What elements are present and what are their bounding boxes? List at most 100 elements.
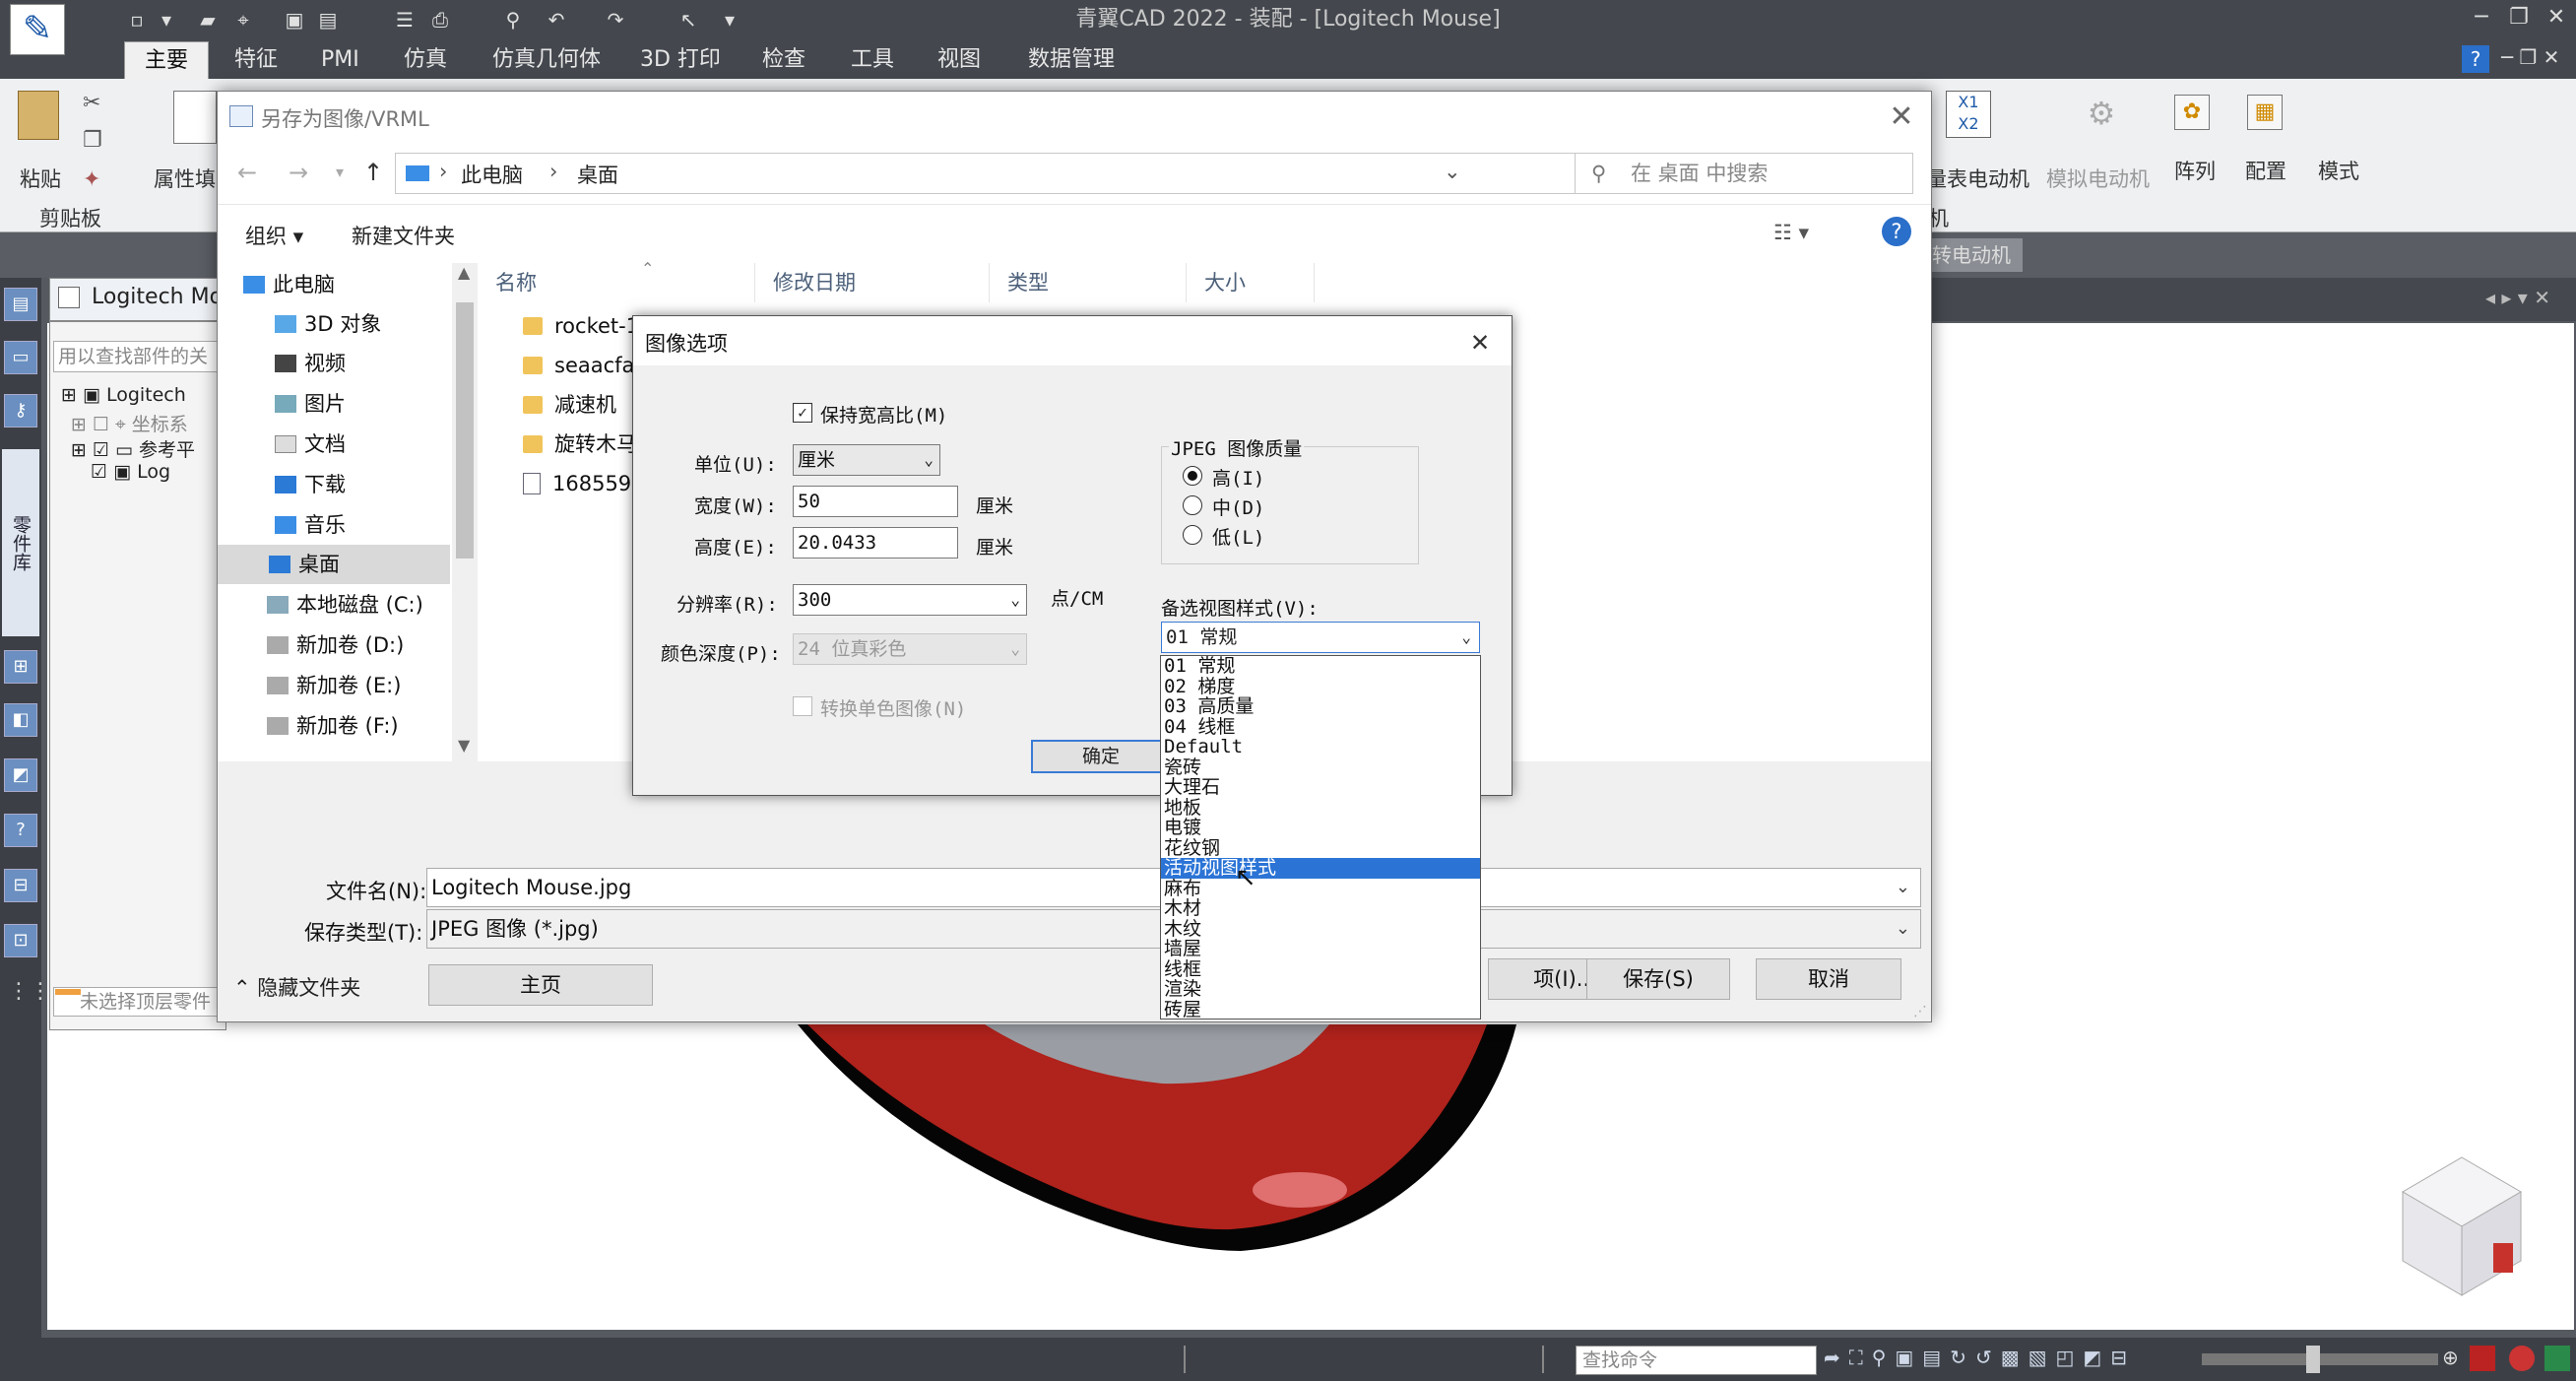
back-arrow-icon[interactable]: ← <box>231 157 263 188</box>
command-search-input[interactable]: 查找命令 <box>1576 1346 1817 1375</box>
cut-icon[interactable]: ✂ <box>83 91 100 115</box>
assembly-icon[interactable]: ⊞ <box>4 650 37 684</box>
organize-button[interactable]: 组织 ▾ <box>245 221 303 250</box>
tab-sim-geometry[interactable]: 仿真几何体 <box>473 41 620 79</box>
paste-icon[interactable] <box>18 91 59 140</box>
question-icon[interactable]: ? <box>4 814 37 847</box>
layer-icon[interactable]: ▤ <box>4 288 37 321</box>
view-style-option[interactable]: 03 高质量 <box>1161 696 1480 717</box>
hide-folders-toggle[interactable]: ⌃ 隐藏文件夹 <box>233 972 360 1002</box>
file-row[interactable]: 1685599 <box>523 464 645 503</box>
keep-aspect-checkbox[interactable]: ✓ <box>793 403 812 423</box>
column-name[interactable]: 名称 <box>478 263 755 302</box>
file-row[interactable]: 旋转木马 <box>523 425 637 464</box>
chevron-down-icon[interactable]: ⌄ <box>1896 910 1910 948</box>
quality-high-radio[interactable] <box>1183 466 1202 486</box>
paste-button[interactable]: 粘贴 <box>20 164 61 193</box>
view-style-option[interactable]: 木纹 <box>1161 918 1480 940</box>
list-icon[interactable]: ☰ <box>390 6 419 33</box>
breadcrumb-desktop[interactable]: 桌面 <box>577 160 618 189</box>
help-pointer-icon[interactable]: ↖ <box>674 6 703 33</box>
minimize-icon[interactable]: ─ <box>2462 0 2501 35</box>
monitor-icon[interactable]: ▭ <box>4 341 37 374</box>
view-tools-icon[interactable]: ➦⛶⚲▣▤↻↺▩▧◰◩⊟ <box>1824 1346 2136 1369</box>
parts-library-tab[interactable]: 零件库 <box>2 449 39 636</box>
customize-qa-icon[interactable]: ▾ <box>715 6 744 33</box>
ok-button[interactable]: 确定 <box>1031 740 1171 773</box>
config-button[interactable]: 配置 <box>2245 156 2286 185</box>
address-bar[interactable]: › 此电脑 › 桌面 ⌄ <box>395 153 1714 194</box>
forward-arrow-icon[interactable]: → <box>283 157 314 188</box>
tab-pmi[interactable]: PMI <box>301 41 379 79</box>
sim-motor-icon[interactable]: ⚙ <box>2080 95 2123 134</box>
chevron-down-icon[interactable]: ⌄ <box>924 445 934 475</box>
view-style-option[interactable]: 04 线框 <box>1161 716 1480 738</box>
image-options-close-button[interactable]: ✕ <box>1460 322 1500 362</box>
save-icon[interactable]: ▣ <box>280 6 309 33</box>
print-icon[interactable]: ⎙ <box>425 6 455 33</box>
view-style-option[interactable]: 活动视图样式 <box>1161 858 1480 879</box>
meter-motor-button[interactable]: 量表电动机 <box>1926 164 2029 193</box>
tab-inspect[interactable]: 检查 <box>742 41 825 79</box>
resize-grip-icon[interactable]: ⋰ <box>1913 1004 1927 1019</box>
analysis-icon[interactable]: ◧ <box>4 703 37 737</box>
save-button[interactable]: 保存(S) <box>1586 958 1730 1000</box>
mode-button[interactable]: 模式 <box>2318 156 2359 185</box>
tab-simulation[interactable]: 仿真 <box>384 41 467 79</box>
zoom-slider[interactable] <box>2202 1353 2438 1365</box>
scroll-up-icon[interactable]: ▲ <box>458 263 470 282</box>
view-style-option[interactable]: 01 常规 <box>1161 656 1480 677</box>
undo-icon[interactable]: ↶ <box>542 6 571 33</box>
zoom-slider-thumb[interactable] <box>2306 1346 2320 1373</box>
folder-search-input[interactable]: ⚲ 在 桌面 中搜索 <box>1575 153 1913 194</box>
view-style-option[interactable]: 渲染 <box>1161 979 1480 1000</box>
key-icon[interactable]: ⚷ <box>4 394 37 427</box>
chevron-down-icon[interactable]: ⌄ <box>1010 585 1020 615</box>
monochrome-checkbox[interactable] <box>793 696 812 716</box>
new-file-icon[interactable]: ▫ <box>122 6 152 33</box>
quality-low-radio[interactable] <box>1183 525 1202 545</box>
array-button[interactable]: 阵列 <box>2174 156 2216 185</box>
new-folder-button[interactable]: 新建文件夹 <box>352 221 455 250</box>
chevron-down-icon[interactable]: ⌄ <box>1461 623 1471 652</box>
tree-item-coordinate[interactable]: ⊞ ☐ ⌖ 坐标系 <box>71 410 188 436</box>
view-style-option[interactable]: 花纹钢 <box>1161 837 1480 859</box>
tab-features[interactable]: 特征 <box>215 41 297 79</box>
viewport-nav-icon[interactable]: ◂ ▸ ▾ ✕ <box>2485 286 2550 309</box>
motor-tab[interactable]: 转电动机 <box>1926 238 2023 272</box>
part-search-input[interactable]: 用以查找部件的关 <box>53 341 225 372</box>
address-dropdown-icon[interactable]: ⌄ <box>1444 160 1461 183</box>
tab-main[interactable]: 主要 <box>124 41 210 79</box>
tree-item-logitech[interactable]: ☑ ▣ Log <box>91 461 170 483</box>
properties-button[interactable]: 属性填 <box>154 164 216 193</box>
help-icon[interactable]: ? <box>2462 45 2489 73</box>
column-size[interactable]: 大小 <box>1187 263 1315 302</box>
view-mode-icon[interactable]: ☷ ▾ <box>1773 221 1809 244</box>
close-window-icon[interactable]: ✕ <box>2537 0 2576 35</box>
stop-icon[interactable] <box>2509 1346 2535 1371</box>
export-icon[interactable] <box>2544 1346 2570 1371</box>
view-style-option[interactable]: 麻布 <box>1161 878 1480 899</box>
up-arrow-icon[interactable]: ↑ <box>357 157 389 188</box>
view-style-option[interactable]: 线框 <box>1161 958 1480 980</box>
feather-logo-icon[interactable]: ✎ <box>10 4 65 55</box>
column-modified[interactable]: 修改日期 <box>755 263 990 302</box>
home-button[interactable]: 主页 <box>428 964 653 1006</box>
tab-view[interactable]: 视图 <box>918 41 1000 79</box>
height-input[interactable]: 20.0433 <box>793 527 958 559</box>
save-dialog-close-button[interactable]: ✕ <box>1882 98 1921 137</box>
view-style-option[interactable]: 木材 <box>1161 898 1480 919</box>
tab-3d-print[interactable]: 3D 打印 <box>620 41 741 79</box>
view-style-option[interactable]: 墙屋 <box>1161 939 1480 959</box>
tree-item-reference-plane[interactable]: ⊞ ☑ ▭ 参考平 <box>71 435 195 462</box>
zoom-in-icon[interactable]: ⊕ <box>2442 1346 2459 1369</box>
more-icon[interactable]: ⋮⋮ <box>8 979 51 1004</box>
ribbon-window-controls-icon[interactable]: ─ ❐ ✕ <box>2501 45 2559 69</box>
doc-tab[interactable]: Logitech Mo <box>49 278 226 321</box>
nav-pane-scrollbar[interactable]: ▲ ▼ <box>452 263 478 761</box>
dropdown-arrow-icon[interactable]: ▾ <box>152 6 181 33</box>
nav-item-this-pc[interactable]: 此电脑 <box>243 265 474 304</box>
view-style-option[interactable]: 电镀 <box>1161 818 1480 838</box>
redo-icon[interactable]: ↷ <box>601 6 630 33</box>
breadcrumb-this-pc[interactable]: 此电脑 <box>461 160 523 189</box>
